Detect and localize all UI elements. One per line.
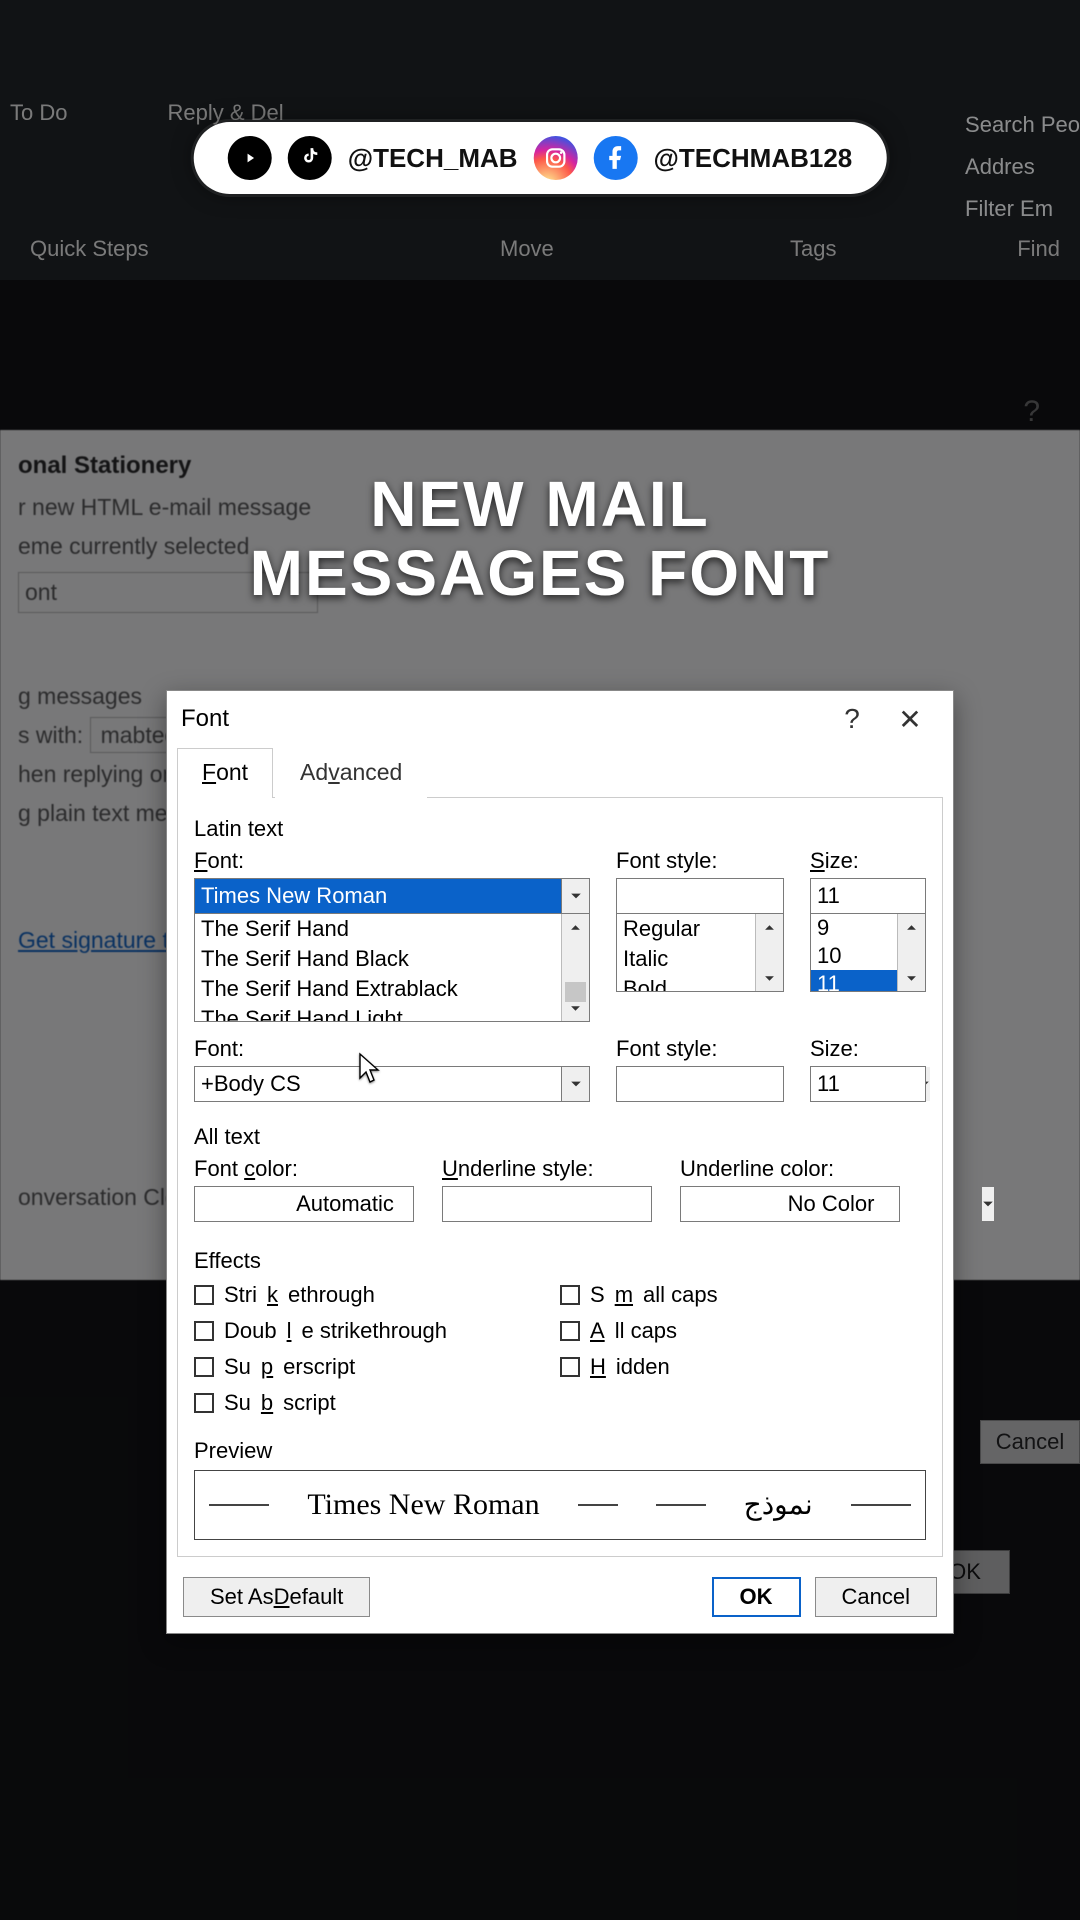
cs-font-input[interactable]: [195, 1067, 561, 1101]
get-signature-link: Get signature to: [18, 927, 182, 953]
ribbon-group-move: Move: [480, 232, 574, 266]
strikethrough-checkbox[interactable]: StrikethroughStrikethrough: [194, 1282, 560, 1308]
font-style-listbox[interactable]: Regular Italic Bold: [616, 914, 784, 992]
font-style-label: Font style:: [616, 848, 784, 874]
social-handle-pill: @TECH_MAB @TECHMAB128: [194, 122, 887, 194]
font-option[interactable]: The Serif Hand: [195, 914, 589, 944]
size-input[interactable]: [811, 879, 1080, 913]
instagram-icon: [534, 136, 578, 180]
effects-label: Effects: [194, 1248, 926, 1274]
preview-arabic-text: نموذج: [744, 1488, 813, 1522]
ribbon-group-tags: Tags: [770, 232, 856, 266]
tiktok-icon: [288, 136, 332, 180]
social-handle-1: @TECH_MAB: [348, 143, 518, 174]
tab-font[interactable]: FFontont: [177, 748, 273, 798]
all-text-label: All text: [194, 1124, 926, 1150]
underline-color-dropdown-button[interactable]: [981, 1187, 994, 1221]
cs-style-combo[interactable]: [616, 1066, 784, 1102]
font-dropdown-button[interactable]: [561, 879, 589, 913]
youtube-icon: [228, 136, 272, 180]
all-caps-checkbox[interactable]: All capsAll caps: [560, 1318, 926, 1344]
font-option[interactable]: The Serif Hand Light: [195, 1004, 589, 1022]
font-input[interactable]: [195, 879, 561, 913]
font-color-label: Font color:Font color:: [194, 1156, 414, 1182]
set-as-default-button[interactable]: Set As DefaultSet As Default: [183, 1577, 370, 1617]
scroll-up-arrow[interactable]: [898, 914, 925, 940]
scrollbar-thumb[interactable]: [565, 982, 586, 1002]
size-listbox[interactable]: 9 10 11: [810, 914, 926, 992]
superscript-checkbox[interactable]: SuperscriptSuperscript: [194, 1354, 560, 1380]
underline-color-value[interactable]: [681, 1187, 981, 1221]
scrollbar-track[interactable]: [562, 940, 589, 995]
cs-font-combo[interactable]: [194, 1066, 590, 1102]
subscript-checkbox[interactable]: SubscriptSubscript: [194, 1390, 560, 1416]
cs-size-label: Size:: [810, 1036, 926, 1062]
font-color-combo[interactable]: [194, 1186, 414, 1222]
preview-latin-text: Times New Roman: [307, 1488, 539, 1522]
size-combo[interactable]: [810, 878, 926, 914]
underline-color-label: Underline color:Underline color:: [680, 1156, 900, 1182]
cs-size-input[interactable]: [811, 1067, 1080, 1101]
double-strike-checkbox[interactable]: Double strikethroughDouble strikethrough: [194, 1318, 560, 1344]
stationery-cancel-bg: Cancel: [980, 1420, 1080, 1464]
underline-color-combo[interactable]: [680, 1186, 900, 1222]
dialog-close-button[interactable]: ✕: [881, 691, 939, 747]
scroll-up-arrow[interactable]: [562, 914, 589, 940]
small-caps-checkbox[interactable]: Small capsSmall caps: [560, 1282, 926, 1308]
font-dialog: Font ? ✕ FFontont AdvancedAdvanced Latin…: [166, 690, 954, 1634]
cs-font-dropdown-button[interactable]: [561, 1067, 589, 1101]
ok-button[interactable]: OK: [712, 1577, 801, 1617]
font-style-combo[interactable]: [616, 878, 784, 914]
tab-advanced[interactable]: AdvancedAdvanced: [275, 748, 427, 798]
ribbon-right-cluster: Search Peo Addres Filter Em: [965, 104, 1080, 230]
social-handle-2: @TECHMAB128: [654, 143, 853, 174]
hidden-checkbox[interactable]: HiddenHidden: [560, 1354, 926, 1380]
stationery-help-icon: ?: [1023, 395, 1040, 429]
font-option[interactable]: The Serif Hand Black: [195, 944, 589, 974]
facebook-icon: [594, 136, 638, 180]
cs-style-label: Font style:: [616, 1036, 784, 1062]
scroll-up-arrow[interactable]: [756, 914, 783, 940]
font-field-label: Font:Font:: [194, 848, 590, 874]
underline-style-label: Underline style:Underline style:: [442, 1156, 652, 1182]
preview-box: Times New Roman نموذج: [194, 1470, 926, 1540]
preview-label: Preview: [194, 1438, 926, 1464]
latin-text-label: Latin text: [194, 816, 926, 842]
dialog-help-button[interactable]: ?: [823, 691, 881, 747]
scroll-down-arrow[interactable]: [756, 965, 783, 991]
dialog-title: Font: [181, 705, 823, 733]
font-option[interactable]: The Serif Hand Extrablack: [195, 974, 589, 1004]
cs-size-combo[interactable]: [810, 1066, 926, 1102]
size-label: Size:Size:: [810, 848, 926, 874]
ribbon-group-find: Find: [997, 232, 1080, 266]
ribbon-group-quicksteps: Quick Steps: [10, 232, 169, 266]
underline-style-combo[interactable]: [442, 1186, 652, 1222]
font-listbox[interactable]: The Serif Hand The Serif Hand Black The …: [194, 914, 590, 1022]
ribbon-todo: To Do: [10, 100, 67, 126]
cs-font-label: Font:: [194, 1036, 590, 1062]
scroll-down-arrow[interactable]: [898, 965, 925, 991]
font-combo[interactable]: [194, 878, 590, 914]
cancel-button[interactable]: Cancel: [815, 1577, 937, 1617]
